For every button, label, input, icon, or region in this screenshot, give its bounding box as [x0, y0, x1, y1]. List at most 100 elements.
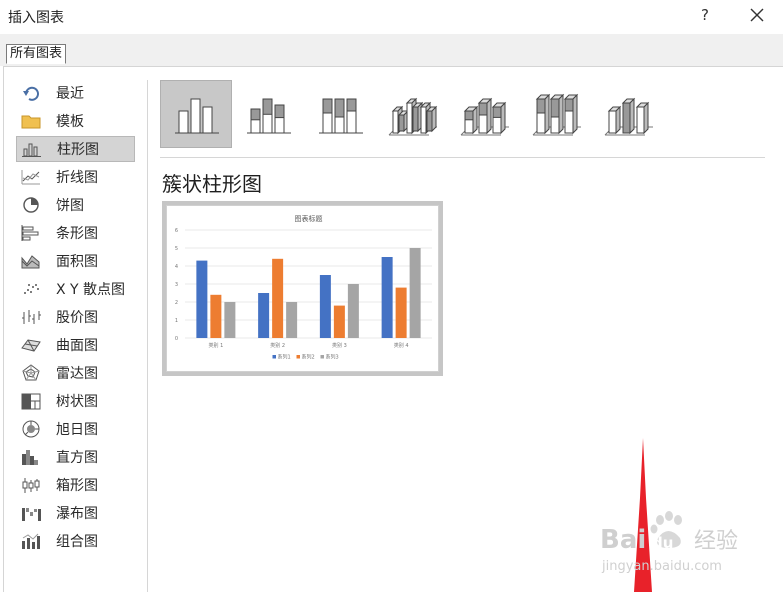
combo-chart-icon	[20, 532, 42, 550]
recent-icon	[20, 84, 42, 102]
sidebar-item-area-chart[interactable]: 面积图	[16, 248, 135, 274]
close-button[interactable]	[746, 4, 768, 26]
treemap-chart-icon	[20, 392, 42, 410]
3d-column-icon	[604, 97, 653, 136]
scatter-chart-icon	[20, 280, 42, 298]
sidebar-divider	[147, 80, 148, 592]
percent-stacked-column-icon	[319, 98, 363, 134]
x-tick-label: 类别 1	[208, 342, 223, 349]
y-tick-label: 2	[175, 300, 178, 306]
sidebar-item-label: 面积图	[56, 254, 98, 270]
dialog-title: 插入图表	[8, 10, 64, 26]
sidebar-item-label: 直方图	[56, 450, 98, 466]
y-tick-label: 6	[175, 228, 178, 234]
sidebar-item-label: 箱形图	[56, 478, 98, 494]
subtype-3d-stacked-column[interactable]	[448, 80, 520, 148]
y-tick-label: 0	[175, 336, 178, 342]
sidebar-item-label: 股价图	[56, 310, 98, 326]
title-bar: 插入图表 ?	[0, 0, 783, 34]
sidebar-item-line-chart[interactable]: 折线图	[16, 164, 135, 190]
line-chart-icon	[20, 168, 42, 186]
sidebar-item-label: 旭日图	[56, 422, 98, 438]
bar-系列2-类别 3	[333, 305, 345, 338]
sidebar-item-label: 饼图	[56, 198, 84, 214]
sidebar-item-radar-chart[interactable]: 雷达图	[16, 360, 135, 386]
pie-chart-icon	[20, 196, 42, 214]
bar-系列3-类别 3	[347, 284, 359, 338]
bar-系列3-类别 2	[286, 302, 298, 338]
stock-chart-icon	[20, 308, 42, 326]
sidebar-item-column-chart[interactable]: 柱形图	[16, 136, 135, 162]
legend-label: 系列1	[278, 354, 291, 361]
chart-preview[interactable]: 图表标题 0 1 2 3 4 5 6 类别 1 类别 2 类别 3 类别 4 系列1 系列2 系列3	[162, 201, 443, 376]
sidebar-item-histogram-chart[interactable]: 直方图	[16, 444, 135, 470]
divider	[160, 157, 765, 158]
sidebar-item-combo-chart[interactable]: 组合图	[16, 528, 135, 554]
sunburst-chart-icon	[20, 420, 42, 438]
sidebar-item-pie-chart[interactable]: 饼图	[16, 192, 135, 218]
folder-icon	[20, 112, 42, 130]
baidu-logo: Bai du 经验 jingyan.baidu.com	[600, 511, 738, 574]
box-whisker-chart-icon	[20, 476, 42, 494]
surface-chart-icon	[20, 336, 42, 354]
sidebar-item-label: 条形图	[56, 226, 98, 242]
bar-系列2-类别 2	[272, 258, 284, 338]
sidebar-item-label: 最近	[56, 86, 84, 102]
sidebar-item-stock-chart[interactable]: 股价图	[16, 304, 135, 330]
sidebar-item-label: 折线图	[56, 170, 98, 186]
bar-系列3-类别 4	[409, 248, 421, 338]
radar-chart-icon	[20, 364, 42, 382]
sidebar-item-sunburst-chart[interactable]: 旭日图	[16, 416, 135, 442]
subtype-3d-column[interactable]	[592, 80, 664, 148]
svg-text:经验: 经验	[694, 529, 738, 554]
sidebar-item-box-whisker-chart[interactable]: 箱形图	[16, 472, 135, 498]
y-tick-label: 5	[175, 246, 178, 252]
sidebar-item-label: 组合图	[56, 534, 98, 550]
sidebar-item-waterfall-chart[interactable]: 瀑布图	[16, 500, 135, 526]
legend-swatch	[272, 355, 276, 359]
y-tick-label: 4	[175, 264, 178, 270]
subtype-3d-clustered-column[interactable]	[376, 80, 448, 148]
subtype-3d-percent-stacked-column[interactable]	[520, 80, 592, 148]
preview-chart-title: 图表标题	[295, 214, 323, 223]
sidebar-item-bar-chart[interactable]: 条形图	[16, 220, 135, 246]
tab-all-charts[interactable]: 所有图表	[6, 44, 67, 64]
3d-stacked-column-icon	[460, 97, 509, 136]
area-chart-icon	[20, 252, 42, 270]
watermark: Bai du 经验 jingyan.baidu.com	[598, 508, 758, 588]
chart-subtype-row	[160, 80, 765, 150]
bar-系列1-类别 2	[258, 293, 270, 338]
legend-swatch	[296, 355, 300, 359]
sidebar-item-label: 树状图	[56, 394, 98, 410]
sidebar-item-surface-chart[interactable]: 曲面图	[16, 332, 135, 358]
bar-系列1-类别 1	[196, 260, 208, 338]
sidebar-item-label: X Y 散点图	[56, 282, 126, 298]
subtype-percent-stacked-column[interactable]	[304, 80, 376, 148]
bar-系列2-类别 4	[395, 287, 407, 338]
x-tick-label: 类别 4	[394, 342, 409, 349]
bar-系列1-类别 3	[319, 275, 331, 338]
stacked-column-icon	[247, 98, 291, 134]
sidebar-item-folder[interactable]: 模板	[16, 108, 135, 134]
selected-chart-name: 簇状柱形图	[162, 172, 262, 196]
histogram-chart-icon	[20, 448, 42, 466]
subtype-clustered-column[interactable]	[160, 80, 232, 148]
help-button[interactable]: ?	[694, 4, 716, 26]
legend-swatch	[320, 355, 324, 359]
preview-chart: 图表标题 0 1 2 3 4 5 6 类别 1 类别 2 类别 3 类别 4 系列1 系列2 系列3	[175, 214, 432, 361]
svg-text:du: du	[652, 534, 673, 552]
sidebar-item-label: 模板	[56, 114, 84, 130]
clustered-column-icon	[175, 98, 219, 134]
sidebar-item-label: 曲面图	[56, 338, 98, 354]
sidebar-item-treemap-chart[interactable]: 树状图	[16, 388, 135, 414]
bar-系列1-类别 4	[381, 257, 393, 338]
x-tick-label: 类别 2	[270, 342, 285, 349]
sidebar-item-label: 瀑布图	[56, 506, 98, 522]
column-chart-icon	[21, 140, 43, 158]
svg-text:Bai: Bai	[600, 525, 646, 555]
sidebar-item-label: 柱形图	[57, 142, 99, 158]
close-icon	[750, 8, 764, 22]
sidebar-item-recent[interactable]: 最近	[16, 80, 135, 106]
subtype-stacked-column[interactable]	[232, 80, 304, 148]
sidebar-item-scatter-chart[interactable]: X Y 散点图	[16, 276, 135, 302]
